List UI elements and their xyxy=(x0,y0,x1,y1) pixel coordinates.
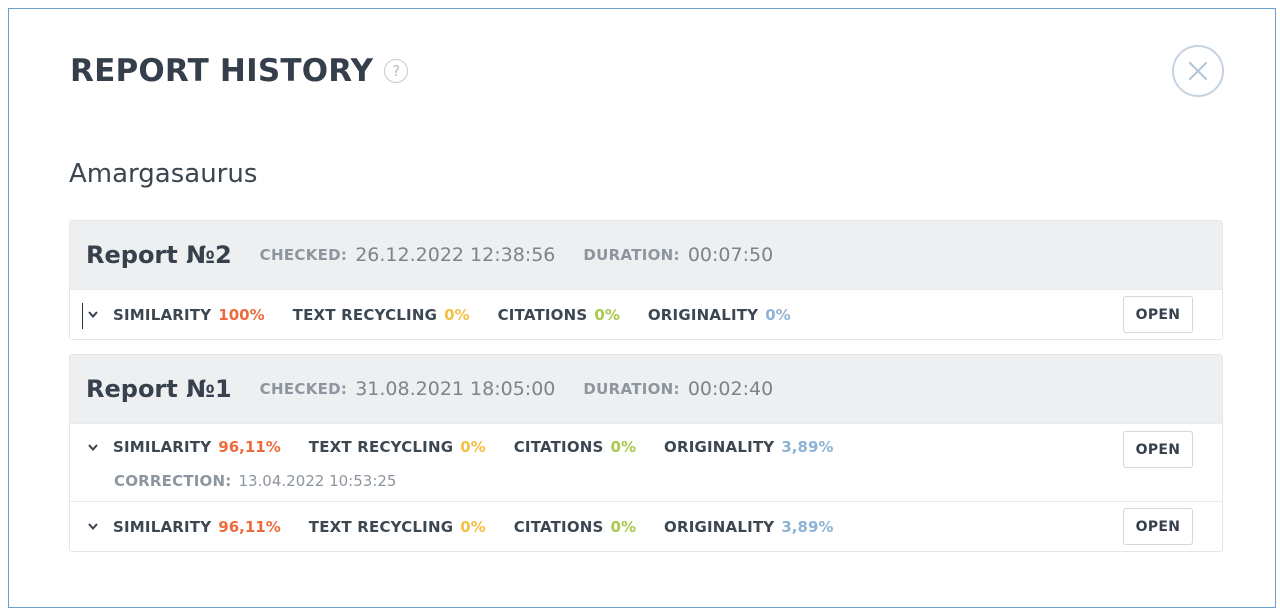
report-header: Report №2 CHECKED: 26.12.2022 12:38:56 D… xyxy=(70,221,1222,289)
title-row: REPORT HISTORY ? xyxy=(70,53,409,89)
chevron-down-icon[interactable] xyxy=(87,521,99,533)
question-circle-icon[interactable]: ? xyxy=(384,59,409,83)
modal-title: REPORT HISTORY xyxy=(70,53,374,89)
originality-metric: ORIGINALITY 0% xyxy=(647,305,791,324)
similarity-value: 96,11% xyxy=(218,517,281,536)
citations-metric: CITATIONS 0% xyxy=(497,305,620,324)
checked-date: 26.12.2022 12:38:56 xyxy=(355,244,556,266)
originality-value: 3,89% xyxy=(781,438,834,456)
report-name: Report №2 xyxy=(86,241,232,269)
text-recycling-value: 0% xyxy=(460,517,486,536)
citations-value: 0% xyxy=(610,438,636,456)
similarity-value: 100% xyxy=(218,305,265,324)
document-name: Amargasaurus xyxy=(69,159,258,189)
correction-date: 13.04.2022 10:53:25 xyxy=(238,472,397,490)
text-recycling-metric: TEXT RECYCLING 0% xyxy=(308,438,486,456)
close-icon xyxy=(1188,61,1208,81)
originality-value: 3,89% xyxy=(781,517,834,536)
citations-value: 0% xyxy=(610,517,636,536)
report-header: Report №1 CHECKED: 31.08.2021 18:05:00 D… xyxy=(70,355,1222,423)
check-row: SIMILARITY 96,11% TEXT RECYCLING 0% CITA… xyxy=(70,423,1222,501)
report-name: Report №1 xyxy=(86,375,232,403)
text-recycling-value: 0% xyxy=(444,305,470,324)
report-card: Report №1 CHECKED: 31.08.2021 18:05:00 D… xyxy=(69,354,1223,552)
originality-metric: ORIGINALITY 3,89% xyxy=(664,438,834,456)
chevron-down-icon[interactable] xyxy=(87,441,99,453)
chevron-down-icon[interactable] xyxy=(87,309,99,321)
similarity-metric: SIMILARITY 100% xyxy=(113,305,265,324)
open-button[interactable]: OPEN xyxy=(1123,431,1193,468)
text-recycling-metric: TEXT RECYCLING 0% xyxy=(308,517,486,536)
text-recycling-metric: TEXT RECYCLING 0% xyxy=(292,305,470,324)
duration-value: 00:07:50 xyxy=(687,244,774,266)
citations-value: 0% xyxy=(594,305,620,324)
check-row: SIMILARITY 100% TEXT RECYCLING 0% CITATI… xyxy=(70,289,1222,339)
checked-label: CHECKED: xyxy=(259,246,348,264)
check-row: SIMILARITY 96,11% TEXT RECYCLING 0% CITA… xyxy=(70,501,1222,551)
citations-metric: CITATIONS 0% xyxy=(513,438,636,456)
correction-label: CORRECTION: xyxy=(114,472,232,490)
report-card: Report №2 CHECKED: 26.12.2022 12:38:56 D… xyxy=(69,220,1223,340)
checked-date: 31.08.2021 18:05:00 xyxy=(355,378,556,400)
originality-value: 0% xyxy=(765,305,791,324)
close-button[interactable] xyxy=(1172,45,1224,97)
similarity-metric: SIMILARITY 96,11% xyxy=(113,517,281,536)
duration-label: DURATION: xyxy=(583,380,680,398)
citations-metric: CITATIONS 0% xyxy=(513,517,636,536)
text-recycling-value: 0% xyxy=(460,438,486,456)
checked-label: CHECKED: xyxy=(259,380,348,398)
report-history-modal: REPORT HISTORY ? Amargasaurus Report №2 … xyxy=(8,8,1276,608)
open-button[interactable]: OPEN xyxy=(1123,508,1193,545)
text-cursor xyxy=(82,303,83,329)
similarity-metric: SIMILARITY 96,11% xyxy=(113,438,281,456)
duration-label: DURATION: xyxy=(583,246,680,264)
open-button[interactable]: OPEN xyxy=(1123,296,1193,333)
similarity-value: 96,11% xyxy=(218,438,281,456)
originality-metric: ORIGINALITY 3,89% xyxy=(664,517,834,536)
duration-value: 00:02:40 xyxy=(687,378,774,400)
correction-info: CORRECTION: 13.04.2022 10:53:25 xyxy=(114,472,396,490)
